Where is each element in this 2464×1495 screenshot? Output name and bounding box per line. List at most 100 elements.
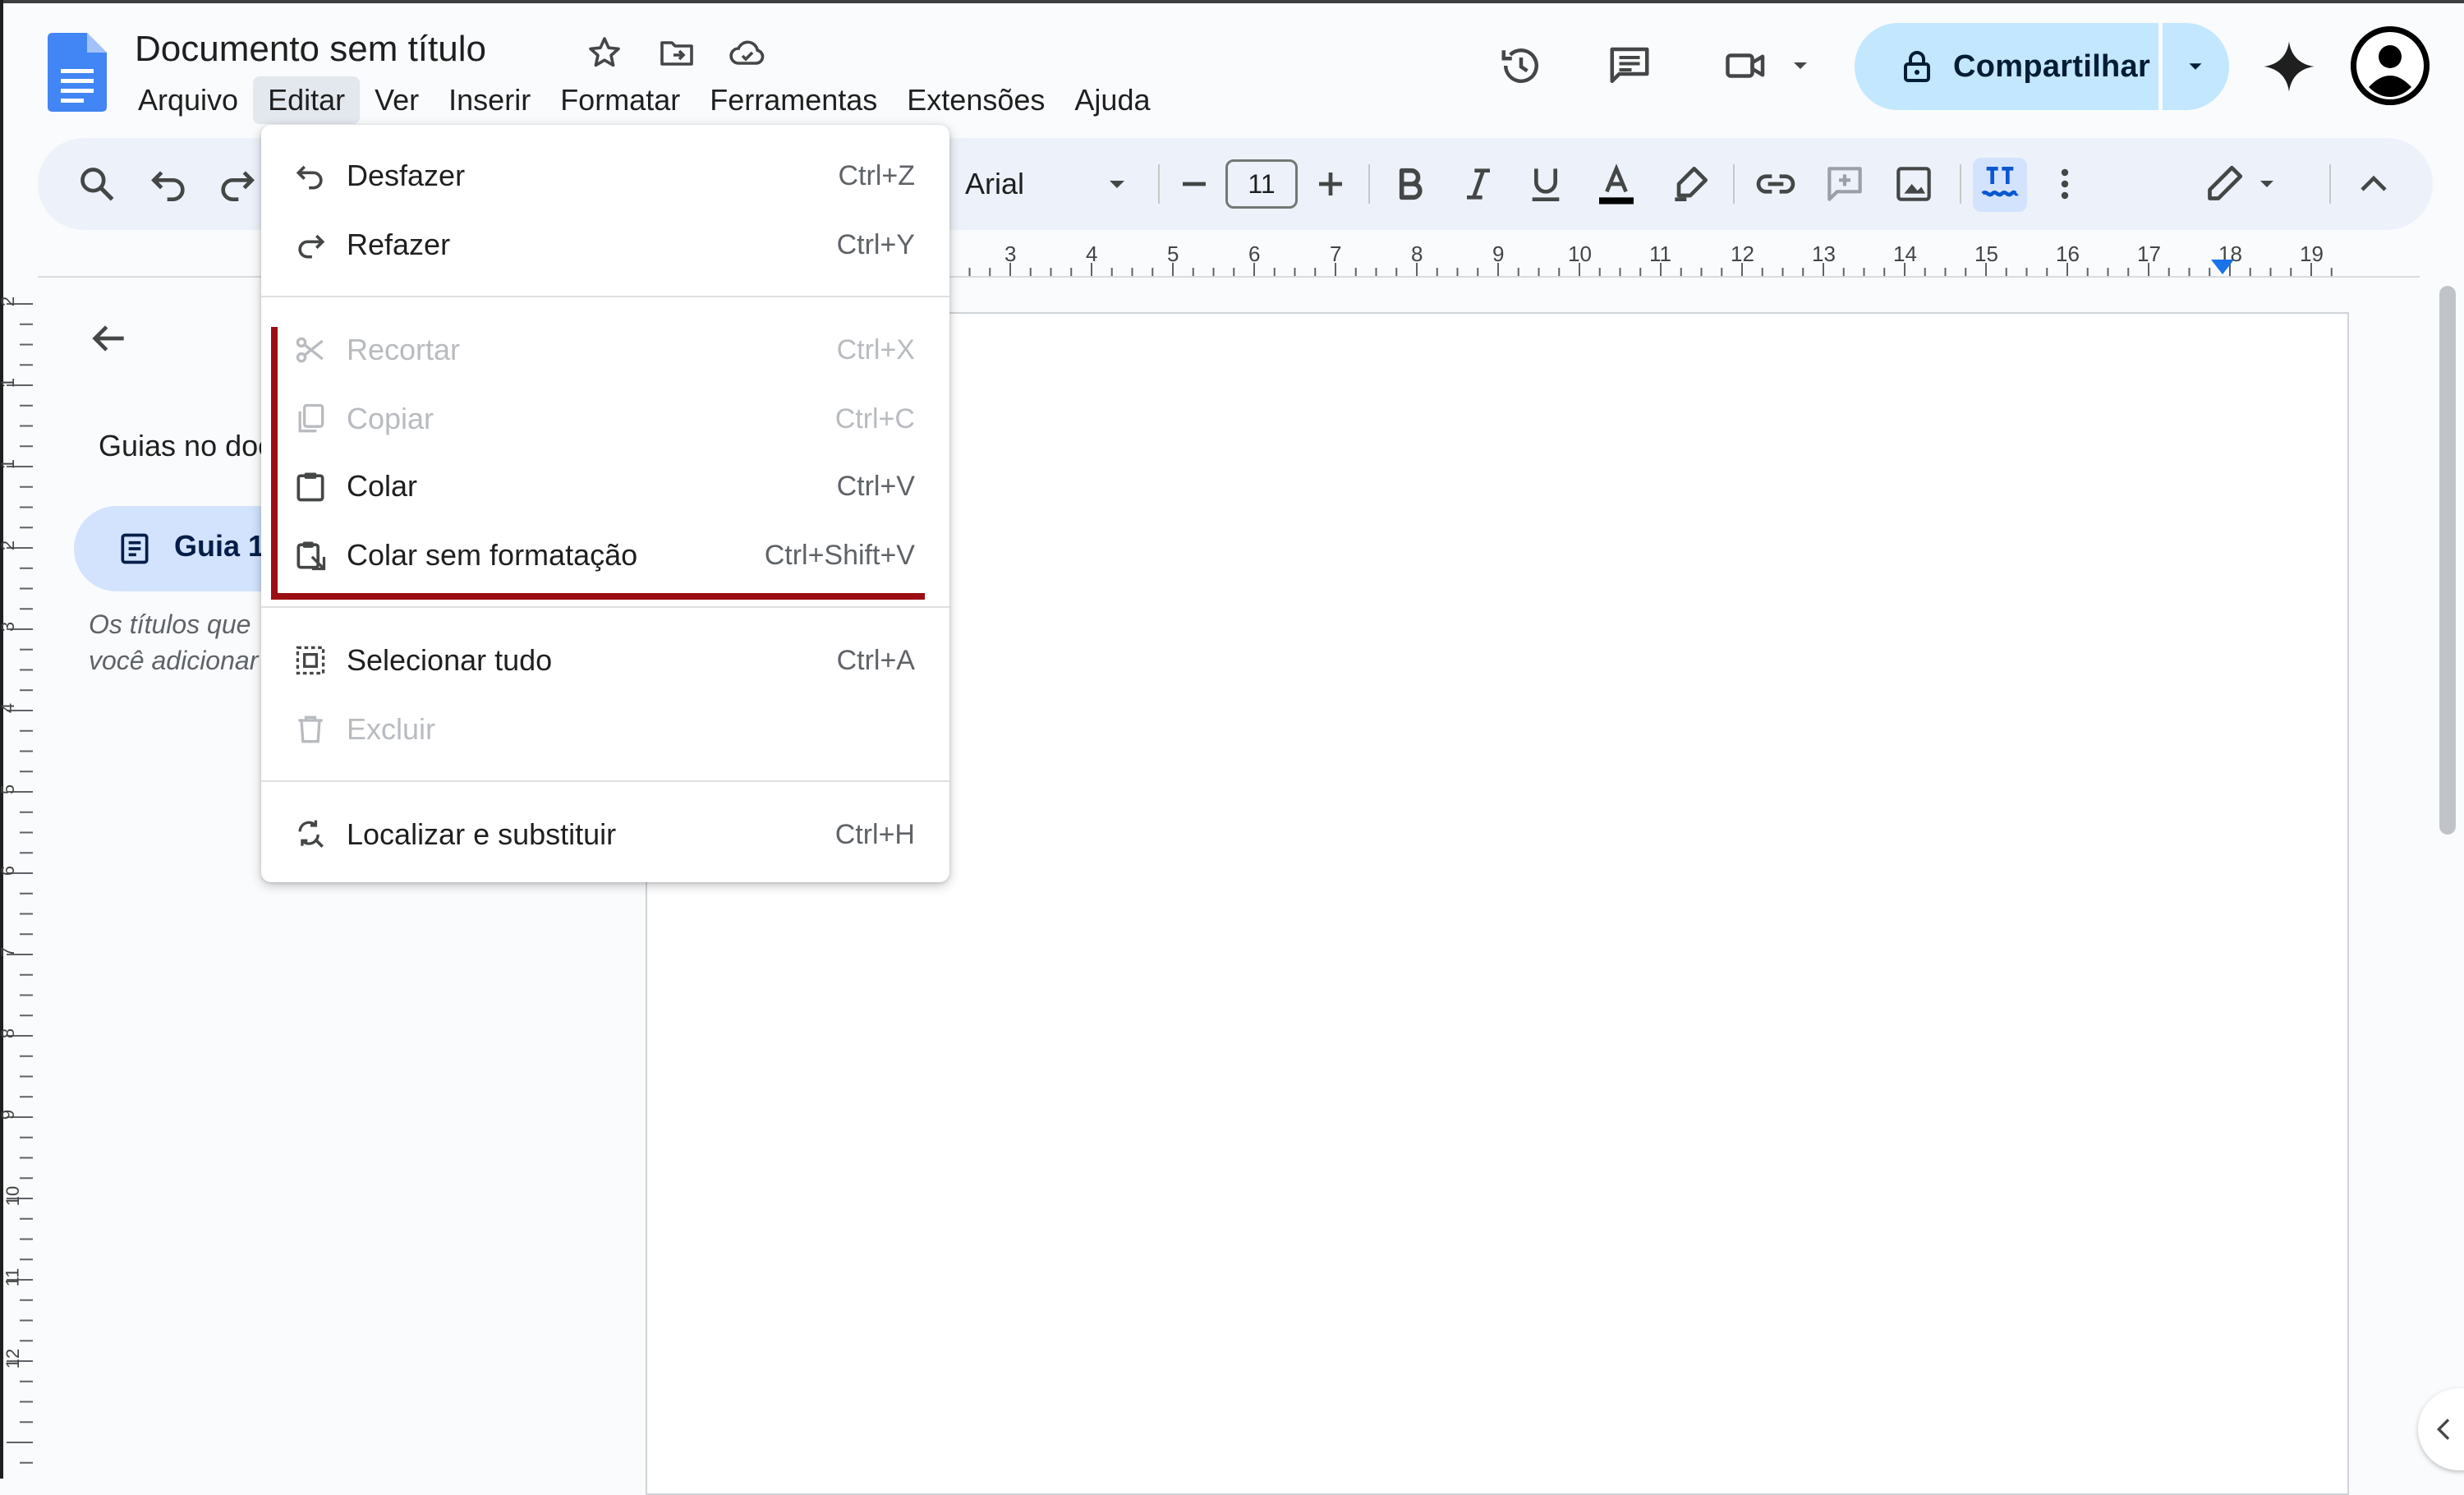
ruler-number: 6 [0,866,19,876]
increase-font-icon[interactable] [1308,161,1354,207]
menu-item-selecionar-tudo[interactable]: Selecionar tudo Ctrl+A [261,626,949,695]
menu-inserir[interactable]: Inserir [434,76,545,124]
menu-item-recortar[interactable]: Recortar Ctrl+X [261,315,949,384]
menu-item-colar-sem-formatacao[interactable]: Colar sem formatação Ctrl+Shift+V [261,521,949,590]
undo-icon[interactable] [146,161,192,207]
history-icon[interactable] [1496,41,1546,90]
back-arrow-icon[interactable] [85,315,131,361]
bold-icon[interactable] [1386,161,1432,207]
right-indent-marker[interactable] [2211,260,2234,274]
menu-item-localizar-e-substituir[interactable]: Localizar e substituir Ctrl+H [261,800,949,869]
highlight-annotation-left [271,327,278,600]
undo-icon [292,158,329,194]
outline-title: Guias no documento [99,429,271,462]
font-size-input[interactable]: 11 [1225,159,1298,209]
ruler-number: 11 [1649,242,1671,266]
docs-logo-icon[interactable] [48,33,107,112]
more-icon[interactable] [2042,161,2088,207]
menu-ferramentas[interactable]: Ferramentas [695,76,892,124]
menu-ajuda[interactable]: Ajuda [1060,76,1165,124]
menu-separator [261,780,949,782]
vertical-ruler[interactable]: 21123456789101112 [0,279,38,1479]
ruler-number: 2 [0,540,19,550]
ruler-number: 12 [1731,242,1754,266]
menu-editar[interactable]: Editar [253,76,361,124]
ruler-number: 19 [2300,242,2324,266]
ruler-number: 7 [1330,242,1342,266]
ruler-number: 17 [2137,242,2161,266]
italic-icon[interactable] [1455,161,1501,207]
scissors-icon [292,332,329,368]
ruler-number: 15 [1974,242,1998,266]
font-dropdown-icon[interactable] [1106,176,1129,192]
edit-menu-dropdown: Desfazer Ctrl+Z Refazer Ctrl+Y Recortar … [261,125,949,882]
ruler-number: 13 [1812,242,1836,266]
redo-icon [292,227,329,263]
toolbar-separator [1368,164,1370,204]
editing-mode-dropdown-icon[interactable] [2257,176,2277,192]
menu-item-colar[interactable]: Colar Ctrl+V [261,452,949,521]
share-button[interactable]: Compartilhar [1855,23,2158,110]
menu-item-copiar[interactable]: Copiar Ctrl+C [261,384,949,453]
ruler-number: 12 [2,1348,24,1369]
document-tab-icon [117,531,153,567]
clipboard-icon [292,468,329,504]
comments-icon[interactable] [1605,41,1654,90]
menu-item-excluir[interactable]: Excluir [261,695,949,764]
font-family-select[interactable]: Arial [965,164,1024,204]
image-icon[interactable] [1891,161,1937,207]
ruler-number: 8 [1411,242,1423,266]
underline-icon[interactable] [1523,161,1569,207]
menu-item-desfazer[interactable]: Desfazer Ctrl+Z [261,141,949,210]
text-color-icon[interactable] [1593,161,1639,207]
chevron-down-icon [2189,63,2202,70]
share-dropdown-button[interactable] [2162,23,2229,110]
toolbar-separator [1960,164,1961,204]
search-icon[interactable] [74,161,120,207]
menubar: Arquivo Editar Ver Inserir Formatar Ferr… [123,76,1165,125]
select-all-icon [292,642,329,678]
side-panel-toggle[interactable] [2418,1388,2464,1470]
ruler-number: 5 [0,784,19,794]
redo-icon[interactable] [214,161,260,207]
editing-mode-icon[interactable] [2201,161,2247,207]
add-comment-icon[interactable] [1822,161,1868,207]
link-icon[interactable] [1753,161,1799,207]
account-avatar[interactable] [2351,26,2430,105]
ruler-number: 1 [0,378,19,388]
highlight-icon[interactable] [1667,161,1713,207]
ruler-number: 7 [0,947,19,957]
ruler-number: 10 [1568,242,1592,266]
menu-ver[interactable]: Ver [360,76,434,124]
star-icon[interactable] [585,33,624,72]
menu-formatar[interactable]: Formatar [545,76,695,124]
ruler-number: 2 [0,297,19,306]
meet-dropdown-icon[interactable] [1791,58,1810,74]
collapse-icon[interactable] [2351,161,2397,207]
paste-plain-icon [292,537,329,573]
vertical-scrollbar[interactable] [2439,286,2456,835]
spellcheck-icon[interactable] [1977,161,2023,207]
highlight-annotation-bottom [271,593,925,600]
toolbar-separator [1158,164,1160,204]
cloud-saved-icon[interactable] [728,33,767,72]
ruler-number: 5 [1167,242,1179,266]
menu-extensoes[interactable]: Extensões [892,76,1060,124]
ruler-number: 4 [1086,242,1098,266]
decrease-font-icon[interactable] [1171,161,1217,207]
ruler-number: 9 [0,1110,19,1120]
trash-icon [292,711,329,748]
ruler-number: 3 [0,622,19,632]
share-button-label: Compartilhar [1953,48,2151,84]
chevron-left-icon [2436,1419,2450,1440]
menu-item-refazer[interactable]: Refazer Ctrl+Y [261,210,949,279]
move-to-folder-icon[interactable] [657,33,696,72]
menu-separator [261,606,949,608]
document-title[interactable]: Documento sem título [135,25,486,74]
ruler-number: 14 [1893,242,1917,266]
menu-separator [261,296,949,297]
horizontal-ruler[interactable]: 3 4 5 6 7 8 9 10 11 12 13 14 15 16 17 18 19 [953,238,2346,279]
meet-camera-icon[interactable] [1722,41,1771,90]
menu-arquivo[interactable]: Arquivo [123,76,253,124]
gemini-spark-icon[interactable] [2260,38,2318,95]
